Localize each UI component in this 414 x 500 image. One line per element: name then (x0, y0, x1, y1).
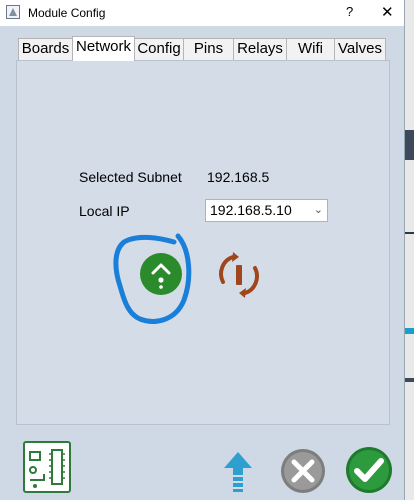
confirm-icon[interactable] (344, 445, 394, 495)
background-app-line (405, 232, 414, 234)
background-app-block (405, 378, 414, 382)
local-ip-select[interactable]: 192.168.5.10 ⌄ (205, 199, 328, 222)
background-app-block (405, 130, 414, 160)
local-ip-label: Local IP (79, 203, 130, 219)
background-app-bar (405, 328, 414, 334)
title-bar: Module Config ? ✕ (0, 0, 404, 26)
tab-config[interactable]: Config (134, 38, 184, 60)
tab-wifi[interactable]: Wifi (286, 38, 335, 60)
close-button[interactable]: ✕ (381, 3, 394, 21)
circuit-board-icon[interactable] (22, 440, 72, 494)
cancel-icon[interactable] (279, 447, 327, 495)
network-panel (16, 60, 390, 425)
help-button[interactable]: ? (346, 4, 353, 19)
tab-network[interactable]: Network (72, 36, 135, 61)
tab-pins[interactable]: Pins (183, 38, 234, 60)
subnet-value: 192.168.5 (207, 169, 270, 185)
tab-valves[interactable]: Valves (334, 38, 386, 60)
tab-boards[interactable]: Boards (18, 38, 73, 60)
window-title: Module Config (28, 6, 106, 20)
module-config-window: Module Config ? ✕ Boards Network Config … (0, 0, 405, 500)
upload-circle-icon[interactable] (138, 251, 184, 297)
tab-bar: Boards Network Config Pins Relays Wifi V… (16, 36, 390, 61)
tab-relays[interactable]: Relays (233, 38, 287, 60)
app-icon (6, 5, 20, 19)
arrow-up-icon[interactable] (222, 450, 254, 494)
chevron-down-icon: ⌄ (313, 204, 323, 216)
background-app-strip (405, 0, 414, 500)
subnet-label: Selected Subnet (79, 169, 182, 185)
refresh-icon[interactable] (213, 250, 265, 300)
local-ip-selected-value: 192.168.5.10 (210, 202, 292, 218)
